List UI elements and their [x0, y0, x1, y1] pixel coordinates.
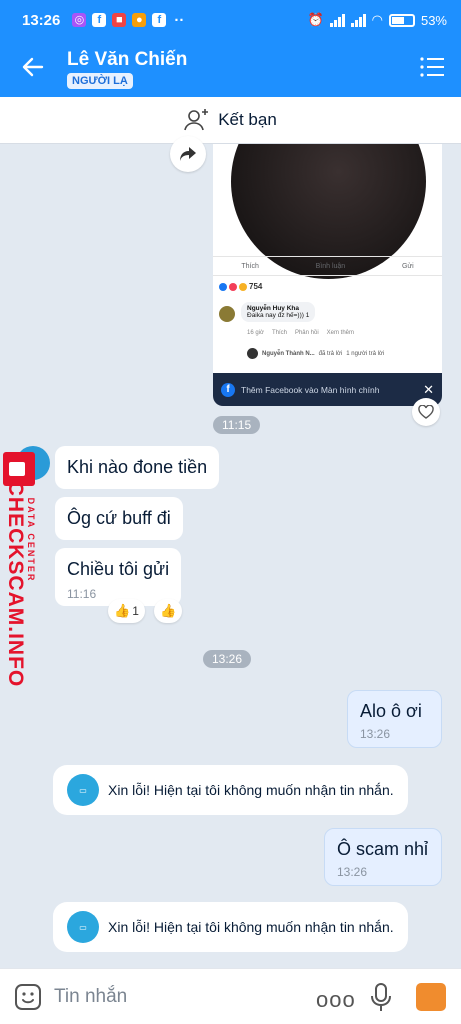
post-comment: Nguyễn Huy Kha Đaika nay đz hế=))) 1 16 … — [217, 302, 439, 362]
messenger-icon: ◎ — [72, 13, 87, 27]
facebook-logo-icon: f — [221, 382, 235, 397]
status-time: 13:26 — [22, 11, 61, 29]
outgoing-message-bubble[interactable]: Ô scam nhỉ 13:26 — [324, 828, 442, 886]
add-friend-label: Kết bạn — [218, 110, 277, 129]
system-text: Xin lỗi! Hiện tại tôi không muốn nhận ti… — [108, 782, 394, 798]
emoji-icon[interactable] — [14, 983, 42, 1011]
contact-name[interactable]: Lê Văn Chiến — [67, 49, 187, 71]
reaction-summary[interactable]: 👍 1 — [108, 599, 145, 623]
message-text: Ô scam nhỉ — [337, 839, 429, 859]
facebook-icon: f — [92, 13, 107, 27]
add-reaction-button[interactable]: 👍 — [154, 599, 183, 623]
back-arrow-icon[interactable] — [20, 54, 46, 80]
battery-icon — [388, 13, 415, 27]
chat-header: Lê Văn Chiến NGƯỜI LẠ — [0, 40, 461, 97]
reaction-count: 754 — [249, 282, 263, 291]
like-action: Thích — [241, 262, 259, 270]
comment-author: Nguyễn Huy Kha — [247, 305, 300, 312]
comment-time: 16 giờ — [247, 330, 264, 336]
thumbs-up-icon: 👍 — [160, 603, 177, 618]
commenter-avatar — [219, 306, 235, 322]
comment-reacts: 1 — [305, 312, 310, 319]
reply-avatar — [247, 348, 258, 359]
menu-icon[interactable] — [419, 56, 445, 78]
stranger-tag: NGƯỜI LẠ — [67, 73, 133, 89]
like-reaction-icon — [219, 282, 227, 291]
comment-action: Bình luận — [315, 262, 346, 270]
haha-reaction-icon — [239, 282, 247, 291]
thumbs-up-icon: 👍 — [114, 603, 131, 618]
post-reactions: 754 — [219, 282, 262, 291]
message-bubble[interactable]: Khi nào đone tiền — [55, 446, 220, 489]
outgoing-message-bubble[interactable]: Alo ô ơi 13:26 — [347, 690, 442, 748]
forward-button[interactable] — [170, 136, 206, 172]
status-bar: 13:26 ◎ f ■ ● f ·· ⏰ ◠ 53% — [0, 0, 461, 40]
send-action: Gửi — [401, 262, 414, 270]
love-reaction-icon — [229, 282, 237, 291]
reaction-count: 1 — [132, 604, 139, 618]
system-message: ▭ Xin lỗi! Hiện tại tôi không muốn nhận … — [53, 765, 408, 815]
time-pill: 11:15 — [213, 416, 261, 434]
signal-icon — [329, 13, 345, 27]
reply-count: 1 người trả lời — [346, 350, 385, 357]
comment-like: Thích — [271, 330, 287, 336]
facebook-icon: f — [152, 13, 167, 27]
image-picker-icon[interactable] — [416, 983, 446, 1011]
microphone-icon[interactable] — [370, 983, 392, 1013]
message-bubble[interactable]: Ôg cứ buff đi — [55, 497, 183, 540]
system-text: Xin lỗi! Hiện tại tôi không muốn nhận ti… — [108, 919, 394, 935]
comment-meta: 16 giờ Thích Phản hồi Xem thêm — [247, 330, 354, 336]
post-actions: Thích Bình luận Gửi — [213, 256, 442, 276]
heart-icon — [418, 405, 434, 419]
add-friend-icon — [184, 109, 209, 131]
comment-reply-row: Nguyễn Thành N... đã trả lời 1 người trả… — [247, 348, 384, 359]
watermark-subtitle: DATA CENTER — [26, 497, 36, 583]
comment-text: Đaika nay đz hế=))) — [247, 312, 304, 319]
banner-text: Thêm Facebook vào Màn hình chính — [241, 384, 380, 395]
message-text: Chiều tôi gửi — [67, 559, 170, 579]
react-heart-button[interactable] — [412, 398, 440, 426]
message-input[interactable]: Tin nhắn — [54, 986, 127, 1008]
add-friend-bar[interactable]: Kết bạn — [0, 97, 461, 144]
message-time: 11:16 — [67, 587, 97, 601]
message-input-bar: Tin nhắn ooo — [0, 968, 461, 1024]
time-pill: 13:26 — [203, 650, 252, 668]
news-icon: ■ — [112, 13, 127, 27]
comment-more: Xem thêm — [326, 330, 354, 336]
auto-reply-icon: ▭ — [67, 774, 99, 806]
close-icon: ✕ — [423, 381, 434, 397]
more-notifications-icon: ·· — [174, 11, 185, 29]
comment-reply: Phản hồi — [294, 330, 319, 336]
comment-bubble: Nguyễn Huy Kha Đaika nay đz hế=))) 1 — [241, 302, 316, 322]
shared-post-image[interactable]: Thích Bình luận Gửi 754 Nguyễn Huy Kha Đ… — [213, 144, 442, 406]
forward-icon — [180, 147, 196, 161]
message-time: 13:26 — [360, 727, 391, 741]
reply-author: Nguyễn Thành N... — [262, 350, 315, 357]
message-time: 13:26 — [337, 865, 368, 879]
system-message: ▭ Xin lỗi! Hiện tại tôi không muốn nhận … — [53, 902, 408, 952]
wifi-icon: ◠ — [371, 12, 383, 27]
camera-icon: ● — [132, 13, 147, 27]
facebook-banner: f Thêm Facebook vào Màn hình chính ✕ — [213, 373, 442, 406]
auto-reply-icon: ▭ — [67, 911, 99, 943]
battery-percent: 53% — [420, 12, 447, 28]
watermark-text: CHECKSCAM.INFO — [4, 480, 27, 688]
reply-action: đã trả lời — [318, 350, 343, 357]
alarm-off-icon: ⏰ — [307, 12, 324, 27]
more-options-icon[interactable]: ooo — [316, 987, 356, 1013]
signal-icon — [350, 13, 366, 27]
message-text: Alo ô ơi — [360, 701, 422, 721]
